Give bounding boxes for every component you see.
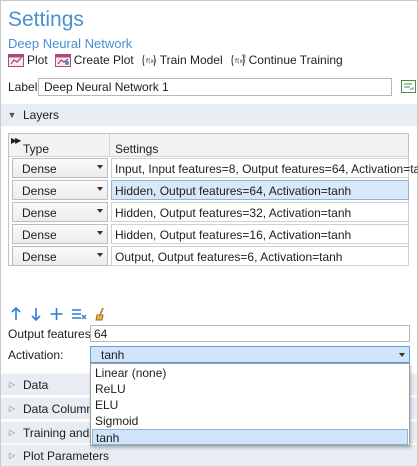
continue-training-icon: f(x): [230, 54, 246, 67]
layers-table-header: ▶▶ Type Settings: [9, 134, 408, 157]
chevron-down-icon: [399, 353, 405, 357]
table-toolbar: [10, 306, 115, 322]
table-row[interactable]: Dense Hidden, Output features=16, Activa…: [10, 223, 409, 245]
chevron-down-icon: [97, 187, 103, 191]
activation-dropdown-list: Linear (none) ReLU ELU Sigmoid tanh: [90, 363, 410, 446]
panel-title: Settings: [8, 8, 84, 31]
output-features-row: Output features: 64: [8, 325, 410, 342]
create-plot-button[interactable]: Create Plot: [54, 53, 134, 67]
layer-type-select[interactable]: Dense: [12, 158, 108, 178]
layer-type-select[interactable]: Dense: [12, 202, 108, 222]
svg-text:f(x): f(x): [146, 58, 156, 65]
data-section-title: Data: [23, 377, 49, 392]
collapse-arrow-icon: ▼: [7, 110, 17, 120]
layer-settings-cell[interactable]: Hidden, Output features=16, Activation=t…: [111, 224, 409, 244]
data-columns-section-title: Data Column: [23, 401, 94, 416]
layer-settings-cell[interactable]: Hidden, Output features=32, Activation=t…: [111, 202, 409, 222]
layers-section-title: Layers: [23, 108, 60, 122]
table-row[interactable]: Dense Output, Output features=6, Activat…: [10, 245, 409, 267]
settings-column-label: Settings: [115, 142, 159, 156]
plot-label: Plot: [27, 53, 48, 67]
activation-option[interactable]: Linear (none): [92, 365, 408, 381]
layers-section-header[interactable]: ▼ Layers: [1, 104, 417, 126]
chevron-down-icon: [97, 165, 103, 169]
move-down-icon[interactable]: [30, 307, 42, 321]
label-field-label: Label:: [8, 80, 41, 94]
chevron-down-icon: [97, 209, 103, 213]
train-model-button[interactable]: f(x) Train Model: [141, 53, 223, 67]
expand-arrow-icon: ▷: [8, 404, 16, 413]
activation-option[interactable]: Sigmoid: [92, 413, 408, 429]
layer-settings-cell[interactable]: Output, Output features=6, Activation=ta…: [111, 246, 409, 266]
table-row[interactable]: Dense Input, Input features=8, Output fe…: [10, 157, 418, 179]
output-features-field[interactable]: 64: [90, 325, 410, 342]
plot-parameters-section-header[interactable]: ▷ Plot Parameters: [1, 444, 417, 466]
label-input[interactable]: [38, 78, 392, 96]
activation-label: Activation:: [8, 348, 64, 362]
layer-type-value: Dense: [22, 162, 57, 176]
plot-icon: [8, 53, 24, 67]
chevron-down-icon: [97, 231, 103, 235]
clear-table-icon[interactable]: [95, 307, 107, 321]
chevron-down-icon: [97, 253, 103, 257]
plot-parameters-section-title: Plot Parameters: [23, 448, 110, 463]
svg-text:f(x): f(x): [235, 58, 245, 65]
add-icon[interactable]: [50, 307, 63, 321]
layer-type-select[interactable]: Dense: [12, 180, 108, 200]
continue-training-label: Continue Training: [248, 53, 343, 67]
move-up-icon[interactable]: [10, 307, 22, 321]
layer-type-value: Dense: [22, 228, 57, 242]
layer-type-select[interactable]: Dense: [12, 246, 108, 266]
layer-type-value: Dense: [22, 206, 57, 220]
delete-row-icon[interactable]: [71, 307, 87, 321]
output-features-label: Output features:: [8, 327, 95, 341]
expand-columns-icon[interactable]: ▶▶: [11, 136, 21, 145]
activation-value: tanh: [101, 348, 125, 362]
layer-settings-cell[interactable]: Input, Input features=8, Output features…: [111, 158, 418, 178]
panel-subtitle: Deep Neural Network: [8, 36, 133, 51]
train-model-label: Train Model: [159, 53, 223, 67]
layer-type-value: Dense: [22, 250, 57, 264]
create-plot-icon: [54, 53, 71, 67]
type-column-label: Type: [23, 142, 50, 156]
type-column-header: ▶▶ Type: [9, 134, 110, 157]
plot-button[interactable]: Plot: [8, 53, 48, 67]
layer-type-value: Dense: [22, 184, 57, 198]
create-plot-label: Create Plot: [73, 53, 134, 67]
table-row[interactable]: Dense Hidden, Output features=32, Activa…: [10, 201, 409, 223]
toolbar: Plot Create Plot f(x) Train Model f(x) C…: [8, 51, 350, 69]
expand-arrow-icon: ▷: [8, 451, 16, 460]
activation-select[interactable]: tanh: [90, 346, 410, 363]
expand-arrow-icon: ▷: [8, 380, 16, 389]
label-row: Label:: [8, 78, 416, 96]
table-row[interactable]: Dense Hidden, Output features=64, Activa…: [10, 179, 409, 201]
activation-option[interactable]: ReLU: [92, 381, 408, 397]
activation-option[interactable]: ELU: [92, 397, 408, 413]
train-model-icon: f(x): [141, 54, 157, 67]
layers-table: ▶▶ Type Settings Dense Input, Input feat…: [8, 133, 418, 267]
expand-arrow-icon: ▷: [8, 428, 16, 437]
layer-settings-cell[interactable]: Hidden, Output features=64, Activation=t…: [111, 180, 409, 200]
activation-option-selected[interactable]: tanh: [92, 429, 408, 445]
layer-type-select[interactable]: Dense: [12, 224, 108, 244]
training-section-title: Training and: [23, 425, 90, 440]
continue-training-button[interactable]: f(x) Continue Training: [230, 53, 343, 67]
reset-label-icon[interactable]: [400, 78, 417, 95]
